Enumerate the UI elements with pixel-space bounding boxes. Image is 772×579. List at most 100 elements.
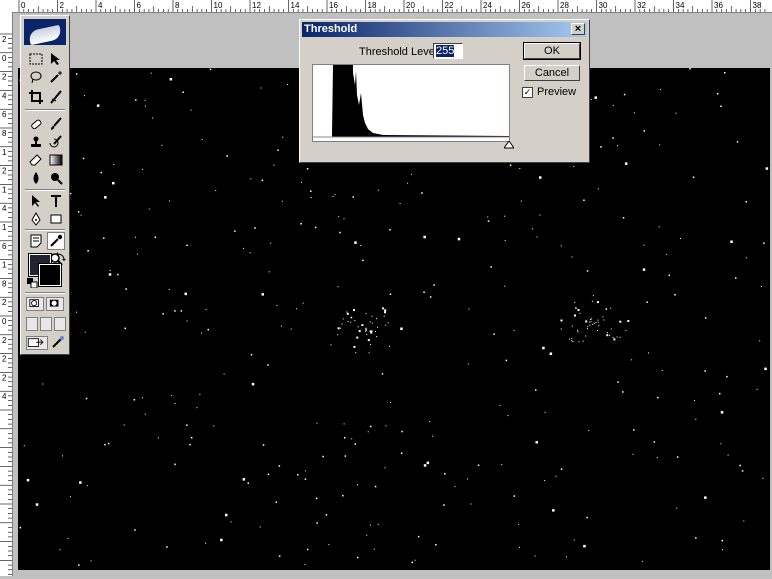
ok-button[interactable]: OK — [523, 42, 581, 60]
blur-icon[interactable] — [27, 169, 45, 187]
star-dot — [69, 496, 71, 498]
star-dot — [612, 137, 614, 139]
brush-icon[interactable] — [47, 115, 65, 133]
star-dot — [82, 157, 85, 160]
star-dot — [432, 435, 434, 437]
standard-mode-button[interactable] — [26, 297, 44, 311]
star-dot — [571, 325, 573, 327]
swap-colors-icon[interactable] — [55, 252, 67, 262]
star-dot — [310, 190, 312, 192]
star-dot — [643, 130, 645, 132]
star-dot — [67, 538, 69, 539]
star-dot — [389, 229, 391, 231]
gradient-icon[interactable] — [47, 151, 65, 169]
move-icon[interactable] — [47, 50, 65, 68]
star-dot — [763, 242, 765, 244]
path-selection-icon[interactable] — [27, 192, 45, 210]
star-dot — [96, 104, 100, 107]
toolbox-header[interactable] — [24, 19, 66, 46]
star-dot — [261, 293, 264, 296]
cancel-button[interactable]: Cancel — [524, 65, 580, 81]
eyedropper-icon[interactable] — [47, 232, 65, 250]
star-dot — [585, 320, 588, 323]
quick-mask-button[interactable] — [46, 297, 64, 311]
default-colors-icon[interactable] — [27, 278, 39, 289]
star-dot — [721, 539, 723, 542]
dodge-icon[interactable] — [47, 169, 65, 187]
star-dot — [589, 319, 591, 320]
star-dot — [350, 316, 353, 319]
star-dot — [610, 328, 612, 330]
notes-icon[interactable] — [27, 232, 45, 250]
star-dot — [79, 481, 82, 484]
threshold-level-label: Threshold Level: — [359, 46, 441, 58]
star-dot — [254, 227, 256, 229]
crop-icon[interactable] — [27, 88, 45, 106]
star-dot — [509, 164, 512, 166]
star-dot — [189, 443, 191, 446]
star-dot — [296, 308, 298, 310]
star-dot — [369, 321, 371, 323]
type-icon[interactable] — [47, 192, 65, 210]
jump-to-imageready-button[interactable] — [26, 336, 48, 350]
star-dot — [597, 319, 599, 321]
star-dot — [560, 468, 563, 470]
star-dot — [259, 526, 261, 528]
star-dot — [610, 307, 612, 309]
eraser-icon[interactable] — [27, 151, 45, 169]
history-brush-icon[interactable] — [47, 133, 65, 151]
star-dot — [360, 245, 362, 246]
pen-icon[interactable] — [27, 210, 45, 228]
star-dot — [330, 344, 332, 346]
star-dot — [342, 494, 344, 497]
star-dot — [344, 455, 347, 457]
star-dot — [597, 321, 599, 323]
ruler-label: 10 — [214, 1, 223, 10]
star-dot — [301, 181, 302, 183]
star-dot — [104, 196, 107, 199]
star-dot — [572, 341, 574, 342]
ruler-label: 38 — [753, 1, 762, 10]
ruler-label: 14 — [291, 1, 300, 10]
shape-icon[interactable] — [47, 210, 65, 228]
slice-icon[interactable] — [47, 88, 65, 106]
screen-mode-full-menu-button[interactable] — [40, 317, 52, 331]
star-dot — [642, 268, 646, 271]
dialog-titlebar[interactable]: Threshold × — [302, 22, 587, 37]
star-dot — [389, 345, 390, 347]
star-dot — [407, 182, 409, 184]
star-dot — [226, 155, 228, 157]
imageready-icon[interactable] — [52, 336, 64, 348]
star-dot — [234, 230, 236, 232]
star-dot — [389, 293, 392, 295]
clone-stamp-icon[interactable] — [27, 133, 45, 151]
threshold-slider[interactable] — [503, 140, 515, 149]
star-dot — [186, 320, 188, 322]
star-dot — [571, 256, 573, 258]
star-dot — [591, 318, 593, 320]
star-dot — [400, 452, 403, 454]
star-dot — [675, 112, 677, 114]
star-dot — [297, 474, 299, 476]
lasso-icon[interactable] — [27, 68, 45, 86]
star-dot — [676, 507, 678, 509]
background-color-swatch[interactable] — [38, 263, 62, 287]
star-dot — [607, 332, 609, 334]
marquee-icon[interactable] — [27, 50, 45, 68]
star-dot — [377, 326, 379, 328]
preview-checkbox[interactable]: ✓ — [522, 87, 533, 98]
healing-brush-icon[interactable] — [27, 115, 45, 133]
screen-mode-standard-button[interactable] — [26, 317, 38, 331]
close-icon[interactable]: × — [571, 23, 585, 35]
screen-mode-full-button[interactable] — [54, 317, 66, 331]
magic-wand-icon[interactable] — [47, 68, 65, 86]
threshold-level-input[interactable]: 255 — [433, 43, 463, 59]
star-dot — [658, 226, 660, 228]
star-dot — [134, 529, 136, 531]
star-dot — [186, 424, 188, 426]
star-dot — [355, 352, 357, 354]
star-dot — [261, 179, 264, 182]
star-dot — [230, 521, 232, 523]
star-dot — [689, 68, 691, 70]
star-dot — [633, 112, 635, 114]
